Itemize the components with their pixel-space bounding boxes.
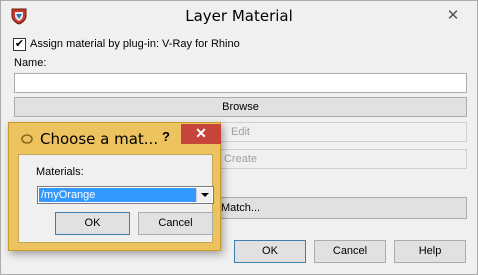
popup-body: Materials: /myOrange OK Cancel	[18, 154, 214, 243]
cancel-button[interactable]: Cancel	[314, 240, 386, 263]
assign-material-label: Assign material by plug-in: V-Ray for Rh…	[30, 38, 240, 50]
popup-cancel-button[interactable]: Cancel	[138, 212, 213, 235]
title-bar: Layer Material ✕	[1, 1, 477, 32]
chevron-down-icon[interactable]	[196, 188, 212, 202]
rhino-ring-icon	[21, 134, 33, 144]
popup-help-button[interactable]: ?	[156, 127, 176, 147]
assign-material-checkbox[interactable]: ✔	[13, 38, 26, 51]
window-close-button[interactable]: ✕	[440, 6, 466, 26]
name-input[interactable]	[14, 73, 467, 93]
window-title: Layer Material	[185, 7, 293, 25]
choose-material-dialog: Choose a mat... ? ✕ Materials: /myOrange…	[8, 122, 221, 251]
name-label: Name:	[14, 57, 47, 69]
materials-label: Materials:	[36, 166, 84, 178]
browse-button[interactable]: Browse	[14, 97, 467, 117]
ok-button[interactable]: OK	[234, 240, 306, 263]
materials-dropdown[interactable]: /myOrange	[37, 186, 214, 204]
help-button[interactable]: Help	[394, 240, 466, 263]
popup-close-button[interactable]: ✕	[181, 124, 221, 144]
popup-title: Choose a mat...	[40, 130, 159, 148]
selected-material: /myOrange	[39, 188, 196, 202]
popup-ok-button[interactable]: OK	[55, 212, 130, 235]
